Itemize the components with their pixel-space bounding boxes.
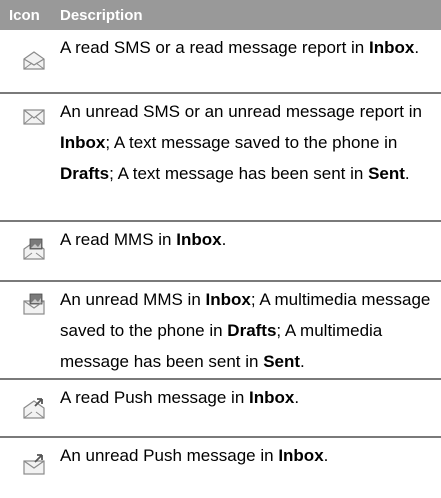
row-description: A read Push message in Inbox.	[60, 380, 441, 413]
folder-name: Inbox	[176, 230, 222, 249]
row-description: An unread Push message in Inbox.	[60, 438, 441, 471]
folder-name: Inbox	[249, 388, 295, 407]
read-sms-envelope-icon	[23, 51, 45, 70]
table-row: An unread SMS or an unread message repor…	[0, 94, 441, 222]
folder-name: Inbox	[60, 133, 106, 152]
description-text: An unread Push message in	[60, 446, 279, 465]
unread-sms-envelope-icon	[23, 109, 45, 125]
description-text: .	[294, 388, 300, 407]
description-text: ; A text message has been sent in	[109, 164, 369, 183]
unread-push-envelope-icon	[23, 454, 45, 475]
folder-name: Inbox	[278, 446, 324, 465]
unread-mms-envelope-icon	[23, 293, 45, 315]
table-row: An unread Push message in Inbox.	[0, 438, 441, 498]
folder-name: Sent	[263, 352, 301, 371]
read-push-envelope-icon	[23, 398, 45, 419]
table-row: An unread MMS in Inbox; A multimedia mes…	[0, 282, 441, 380]
description-text: .	[221, 230, 227, 249]
table-row: A read MMS in Inbox.	[0, 222, 441, 282]
table-row: A read SMS or a read message report in I…	[0, 30, 441, 94]
row-description: A read SMS or a read message report in I…	[60, 30, 441, 63]
description-text: .	[323, 446, 329, 465]
row-description: A read MMS in Inbox.	[60, 222, 441, 255]
folder-name: Inbox	[369, 38, 415, 57]
folder-name: Drafts	[227, 321, 277, 340]
description-text: A read Push message in	[60, 388, 250, 407]
description-text: ; A text message saved to the phone in	[105, 133, 398, 152]
description-text: A read SMS or a read message report in	[60, 38, 369, 57]
folder-name: Drafts	[60, 164, 110, 183]
row-description: An unread MMS in Inbox; A multimedia mes…	[60, 282, 441, 377]
table-header: Icon Description	[0, 0, 441, 30]
description-text: An unread MMS in	[60, 290, 206, 309]
folder-name: Inbox	[205, 290, 251, 309]
description-text: An unread SMS or an unread message repor…	[60, 102, 422, 121]
folder-name: Sent	[368, 164, 405, 183]
description-text: A read MMS in	[60, 230, 177, 249]
header-description-label: Description	[60, 6, 143, 24]
read-mms-envelope-icon	[23, 238, 45, 260]
message-icon-table: Icon Description A read SMS or a read me…	[0, 0, 441, 498]
row-description: An unread SMS or an unread message repor…	[60, 94, 441, 189]
description-text: .	[404, 164, 410, 183]
header-icon-label: Icon	[9, 6, 40, 24]
table-row: A read Push message in Inbox.	[0, 380, 441, 438]
description-text: .	[414, 38, 420, 57]
description-text: .	[300, 352, 305, 371]
